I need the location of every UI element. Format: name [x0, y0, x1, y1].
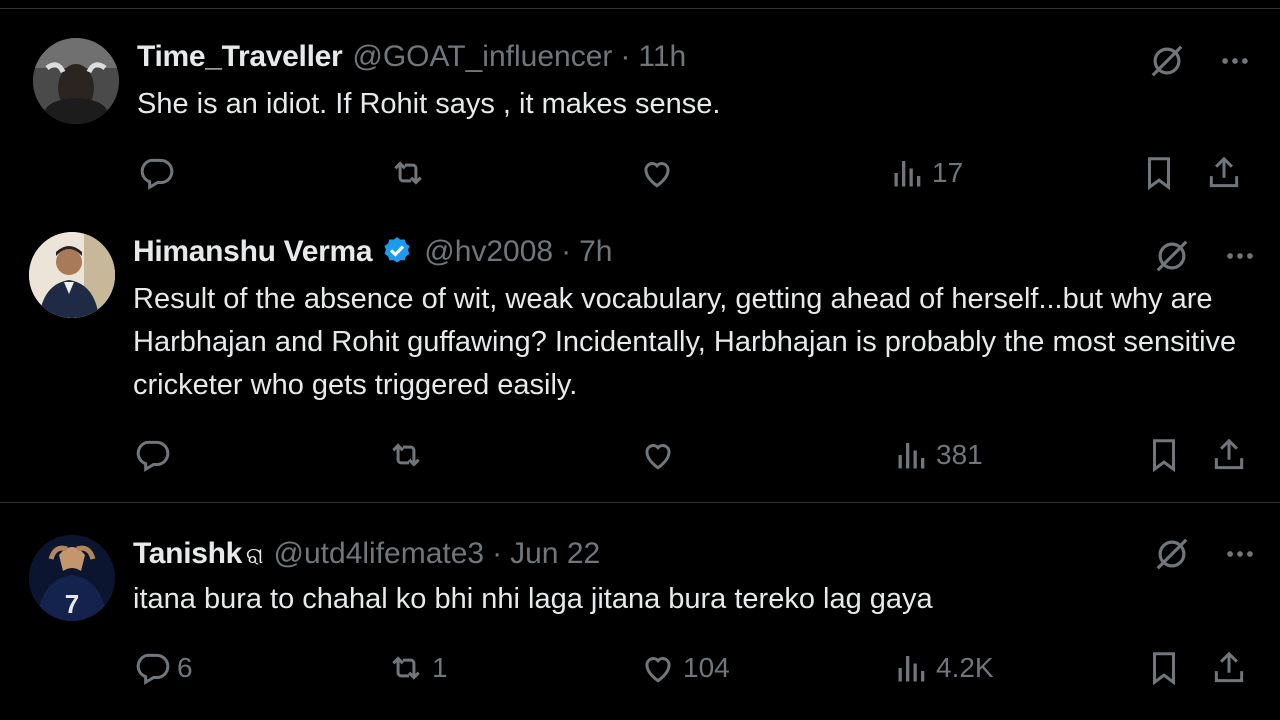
views-count: 17: [932, 157, 964, 188]
reply-icon: [133, 649, 171, 687]
bookmark-icon: [1140, 154, 1178, 192]
share-button[interactable]: [1205, 154, 1249, 192]
retweet-button[interactable]: 1: [386, 649, 448, 687]
share-icon: [1210, 436, 1248, 474]
bookmark-button[interactable]: [1145, 649, 1189, 687]
like-count: 104: [683, 652, 730, 683]
reply-icon: [137, 154, 175, 192]
timestamp[interactable]: Jun 22: [510, 537, 600, 571]
reply-count: 6: [177, 652, 193, 683]
like-icon: [639, 436, 677, 474]
grok-slash-icon[interactable]: [1153, 535, 1191, 573]
tweet-top-actions: [1148, 42, 1252, 80]
tweet-text: itana bura to chahal ko bhi nhi laga jit…: [133, 583, 933, 615]
tweet-actions: 381: [0, 436, 1280, 476]
avatar[interactable]: [29, 232, 115, 318]
tweet-text: Result of the absence of wit, weak vocab…: [133, 283, 1237, 401]
separator: ·: [492, 537, 503, 570]
retweet-count: 1: [432, 652, 448, 683]
tweet-text: She is an idiot. If Rohit says , it make…: [137, 88, 721, 120]
grok-slash-icon[interactable]: [1153, 237, 1191, 275]
more-icon[interactable]: [1218, 44, 1252, 78]
share-button[interactable]: [1210, 436, 1254, 474]
retweet-icon: [386, 436, 426, 474]
retweet-button[interactable]: [386, 436, 432, 474]
grok-slash-icon[interactable]: [1148, 42, 1186, 80]
views-button[interactable]: 381: [894, 436, 983, 474]
reply-button[interactable]: [137, 154, 181, 192]
author-handle[interactable]: @utd4lifemate3: [274, 537, 485, 571]
author-name[interactable]: Himanshu Verma: [133, 235, 373, 269]
retweet-icon: [388, 154, 428, 192]
reply-icon: [133, 436, 171, 474]
tweet-actions: 6 1 104 4.2K: [0, 649, 1280, 689]
tweet-header: Time_Traveller @GOAT_influencer · 11h: [137, 40, 686, 74]
tweet-header: Tanishk ରା @utd4lifemate3 · Jun 22: [133, 537, 600, 571]
share-icon: [1205, 154, 1243, 192]
bookmark-button[interactable]: [1140, 154, 1184, 192]
author-handle[interactable]: @GOAT_influencer: [352, 40, 612, 74]
svg-text:7: 7: [65, 589, 79, 619]
reply-button[interactable]: 6: [133, 649, 193, 687]
more-icon[interactable]: [1223, 537, 1257, 571]
author-handle[interactable]: @hv2008: [424, 235, 553, 269]
more-icon[interactable]: [1223, 239, 1257, 273]
views-icon: [890, 154, 926, 192]
tweet-actions: 17: [0, 154, 1280, 194]
tweet-1[interactable]: Time_Traveller @GOAT_influencer · 11h Sh…: [0, 0, 1280, 210]
like-icon: [639, 649, 677, 687]
author-name[interactable]: Time_Traveller: [137, 40, 343, 74]
views-icon: [894, 436, 930, 474]
author-name[interactable]: Tanishk: [133, 537, 242, 571]
name-emoji: ରା: [246, 543, 264, 568]
avatar[interactable]: [33, 38, 119, 124]
like-button[interactable]: [639, 436, 683, 474]
like-button[interactable]: 104: [639, 649, 730, 687]
separator: ·: [561, 235, 572, 268]
share-button[interactable]: [1210, 649, 1254, 687]
tweet-top-actions: [1153, 237, 1257, 275]
bookmark-button[interactable]: [1145, 436, 1189, 474]
views-count: 381: [936, 439, 983, 470]
retweet-icon: [386, 649, 426, 687]
views-button[interactable]: 4.2K: [894, 649, 994, 687]
retweet-button[interactable]: [388, 154, 434, 192]
views-count: 4.2K: [936, 652, 994, 683]
tweet-header: Himanshu Verma @hv2008 · 7h: [133, 235, 613, 269]
views-icon: [894, 649, 930, 687]
tweet-3[interactable]: 7 Tanishk ରା @utd4lifemate3 · Jun 22 ita…: [0, 503, 1280, 720]
share-icon: [1210, 649, 1248, 687]
like-button[interactable]: [638, 154, 682, 192]
avatar[interactable]: 7: [29, 535, 115, 621]
reply-button[interactable]: [133, 436, 177, 474]
views-button[interactable]: 17: [890, 154, 963, 192]
separator: ·: [620, 40, 631, 73]
timestamp[interactable]: 11h: [638, 40, 686, 74]
tweet-2[interactable]: Himanshu Verma @hv2008 · 7h Result of th…: [0, 210, 1280, 502]
bookmark-icon: [1145, 649, 1183, 687]
bookmark-icon: [1145, 436, 1183, 474]
verified-badge-icon: [380, 235, 414, 269]
tweet-top-actions: [1153, 535, 1257, 573]
timestamp[interactable]: 7h: [579, 235, 612, 269]
like-icon: [638, 154, 676, 192]
